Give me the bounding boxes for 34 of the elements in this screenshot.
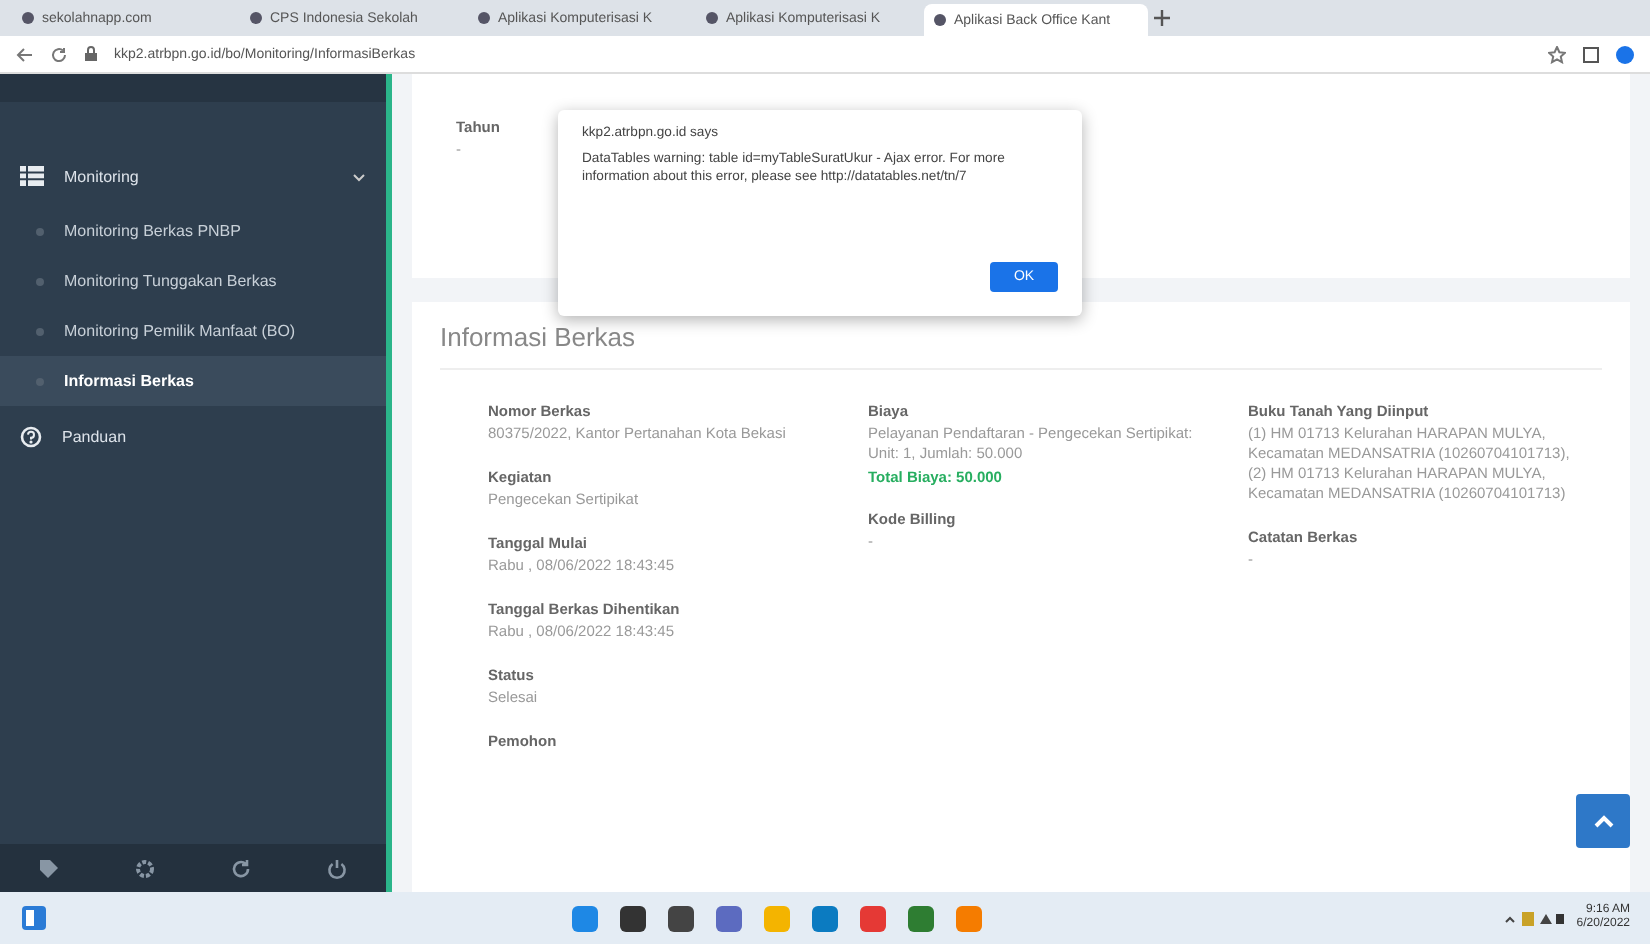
sidebar-subitem[interactable]: Monitoring Berkas PNBP	[0, 206, 386, 256]
new-tab-icon[interactable]	[1152, 8, 1172, 28]
sidebar-subitem[interactable]: Informasi Berkas	[0, 356, 386, 406]
app-icon[interactable]	[667, 905, 694, 932]
card-title: Informasi Berkas	[440, 322, 1602, 370]
bullet-icon	[36, 277, 44, 285]
site-icon	[250, 12, 262, 24]
site-icon	[934, 14, 946, 26]
chevron-up-icon	[1593, 814, 1613, 829]
back-icon[interactable]	[16, 45, 34, 63]
list-icon	[20, 166, 44, 186]
profile-avatar[interactable]	[1616, 45, 1634, 63]
tag-icon[interactable]	[37, 857, 60, 880]
sidebar-subitem[interactable]: Monitoring Tunggakan Berkas	[0, 256, 386, 306]
window-icon[interactable]	[1582, 45, 1600, 63]
reload-icon[interactable]	[50, 45, 68, 63]
site-icon	[706, 12, 718, 24]
bullet-icon	[36, 227, 44, 235]
widgets-icon[interactable]	[20, 904, 48, 933]
lock-icon	[84, 46, 98, 62]
refresh-icon[interactable]	[230, 857, 253, 880]
tray-icons[interactable]	[1504, 909, 1565, 928]
sidebar-subitem[interactable]: Monitoring Pemilik Manfaat (BO)	[0, 306, 386, 356]
sidebar-item[interactable]: Monitoring	[0, 146, 386, 206]
bullet-icon	[36, 327, 44, 335]
star-icon[interactable]	[1548, 45, 1566, 63]
scroll-top-button[interactable]	[1576, 794, 1630, 849]
help-icon	[20, 425, 42, 447]
app-icon[interactable]	[619, 905, 646, 932]
site-icon	[478, 12, 490, 24]
power-icon[interactable]	[326, 857, 349, 880]
gear-icon[interactable]	[133, 857, 156, 880]
sidebar-item[interactable]: Panduan	[0, 406, 386, 466]
site-icon	[22, 12, 34, 24]
